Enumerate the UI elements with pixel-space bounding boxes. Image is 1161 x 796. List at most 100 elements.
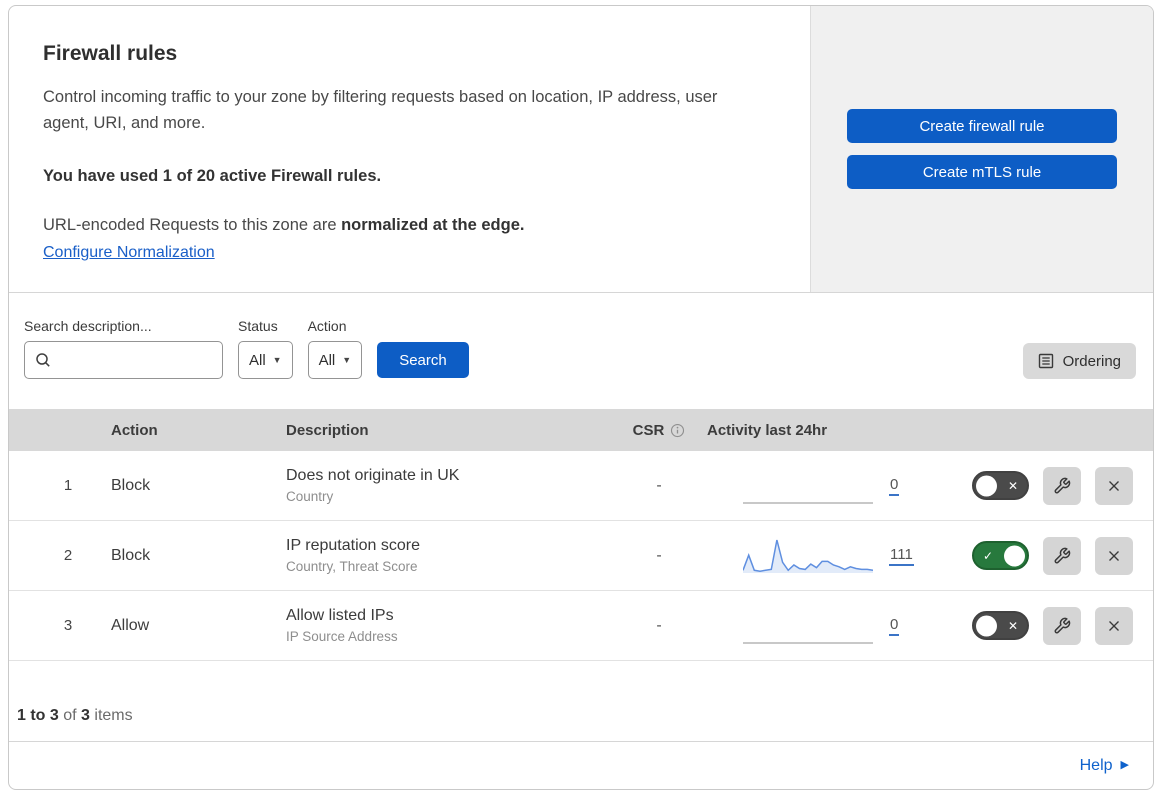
rule-activity: 111 bbox=[707, 536, 942, 576]
activity-sparkline bbox=[743, 606, 873, 646]
rule-description-fields: Country bbox=[286, 489, 334, 504]
search-input[interactable] bbox=[58, 351, 212, 369]
rule-description-title: Allow listed IPs bbox=[286, 607, 394, 624]
help-link[interactable]: Help ▶ bbox=[1080, 757, 1129, 775]
usage-summary: You have used 1 of 20 active Firewall ru… bbox=[43, 166, 382, 185]
pagination-summary: 1 to 3 of 3 items bbox=[9, 661, 1153, 741]
normalization-note-text: URL-encoded Requests to this zone are bbox=[43, 215, 342, 234]
rule-description: Does not originate in UK Country bbox=[286, 467, 611, 504]
search-label: Search description... bbox=[24, 318, 152, 334]
pagination-items: items bbox=[94, 707, 133, 724]
rule-priority: 1 bbox=[63, 477, 73, 494]
status-value: All bbox=[249, 351, 266, 369]
search-button[interactable]: Search bbox=[377, 342, 469, 378]
rule-action: Allow bbox=[111, 616, 150, 634]
search-input-wrapper bbox=[24, 341, 223, 379]
info-icon[interactable] bbox=[670, 423, 685, 438]
action-label: Action bbox=[307, 318, 347, 334]
chevron-down-icon: ▼ bbox=[342, 354, 352, 365]
help-band: Help ▶ bbox=[9, 741, 1153, 789]
table-row: 1 Block Does not originate in UK Country… bbox=[9, 451, 1153, 521]
rule-description-fields: IP Source Address bbox=[286, 629, 398, 644]
search-icon bbox=[35, 352, 51, 368]
rule-description-title: IP reputation score bbox=[286, 537, 421, 554]
ordering-button-label: Ordering bbox=[1062, 352, 1121, 370]
pagination-total: 3 bbox=[81, 707, 90, 724]
edit-rule-button[interactable] bbox=[1043, 536, 1081, 575]
activity-sparkline bbox=[743, 466, 873, 506]
close-icon bbox=[1105, 617, 1123, 635]
status-dropdown[interactable]: All ▼ bbox=[238, 341, 293, 379]
page-description: Control incoming traffic to your zone by… bbox=[43, 88, 718, 133]
edit-rule-button[interactable] bbox=[1043, 606, 1081, 645]
edit-rule-button[interactable] bbox=[1043, 466, 1081, 505]
close-icon bbox=[1105, 547, 1123, 565]
delete-rule-button[interactable] bbox=[1095, 466, 1133, 505]
chevron-down-icon: ▼ bbox=[272, 354, 282, 365]
overview-section: Firewall rules Control incoming traffic … bbox=[9, 6, 1153, 293]
table-header: Action Description CSR Activity last 24h… bbox=[9, 409, 1153, 451]
activity-sparkline bbox=[743, 536, 873, 576]
rule-csr-value: - bbox=[656, 546, 662, 564]
wrench-icon bbox=[1053, 547, 1071, 565]
toggle-knob bbox=[1004, 545, 1025, 566]
rule-enabled-toggle[interactable]: ✓ ✕ bbox=[972, 471, 1029, 500]
rule-controls: ✓ ✕ bbox=[942, 606, 1133, 645]
normalization-note: URL-encoded Requests to this zone are no… bbox=[43, 216, 770, 235]
normalization-note-bold: normalized at the edge. bbox=[341, 215, 525, 234]
action-value: All bbox=[318, 351, 336, 369]
rule-controls: ✓ ✕ bbox=[942, 466, 1133, 505]
column-activity: Activity last 24hr bbox=[707, 421, 828, 439]
status-label: Status bbox=[238, 318, 278, 334]
create-firewall-rule-button[interactable]: Create firewall rule bbox=[847, 109, 1117, 143]
x-icon: ✕ bbox=[1007, 478, 1018, 493]
table-row: 3 Allow Allow listed IPs IP Source Addre… bbox=[9, 591, 1153, 661]
action-dropdown[interactable]: All ▼ bbox=[307, 341, 363, 379]
activity-count-link[interactable]: 111 bbox=[889, 546, 914, 566]
help-arrow-icon: ▶ bbox=[1120, 759, 1129, 771]
help-link-label: Help bbox=[1079, 756, 1113, 774]
rule-enabled-toggle[interactable]: ✓ ✕ bbox=[972, 541, 1029, 570]
toggle-knob bbox=[976, 615, 997, 636]
rule-description: Allow listed IPs IP Source Address bbox=[286, 607, 611, 644]
table-row: 2 Block IP reputation score Country, Thr… bbox=[9, 521, 1153, 591]
rule-description-title: Does not originate in UK bbox=[286, 467, 460, 484]
rule-csr-value: - bbox=[656, 476, 662, 494]
column-csr: CSR bbox=[611, 422, 707, 439]
firewall-rules-panel: Firewall rules Control incoming traffic … bbox=[8, 5, 1154, 790]
column-description: Description bbox=[286, 421, 369, 439]
rule-enabled-toggle[interactable]: ✓ ✕ bbox=[972, 611, 1029, 640]
rule-action: Block bbox=[111, 546, 151, 564]
rule-action: Block bbox=[111, 476, 151, 494]
rule-description-fields: Country, Threat Score bbox=[286, 559, 418, 574]
rule-controls: ✓ ✕ bbox=[942, 536, 1133, 575]
page-title: Firewall rules bbox=[43, 42, 178, 65]
actions-panel: Create firewall rule Create mTLS rule bbox=[810, 6, 1153, 292]
rule-priority: 3 bbox=[63, 617, 73, 634]
check-icon: ✓ bbox=[983, 548, 994, 563]
close-icon bbox=[1105, 477, 1123, 495]
column-csr-label: CSR bbox=[632, 421, 665, 439]
rule-priority: 2 bbox=[63, 547, 73, 564]
activity-count-link[interactable]: 0 bbox=[889, 476, 900, 496]
ordering-button[interactable]: Ordering bbox=[1022, 343, 1136, 379]
configure-normalization-link[interactable]: Configure Normalization bbox=[43, 244, 215, 261]
rule-activity: 0 bbox=[707, 606, 942, 646]
wrench-icon bbox=[1053, 617, 1071, 635]
rule-activity: 0 bbox=[707, 466, 942, 506]
column-action: Action bbox=[111, 421, 158, 439]
pagination-range: 1 to 3 bbox=[17, 707, 59, 724]
list-icon bbox=[1038, 353, 1054, 369]
toggle-knob bbox=[976, 475, 997, 496]
delete-rule-button[interactable] bbox=[1095, 606, 1133, 645]
delete-rule-button[interactable] bbox=[1095, 536, 1133, 575]
pagination-of: of bbox=[63, 707, 77, 724]
search-field: Search description... bbox=[24, 318, 223, 379]
rule-description: IP reputation score Country, Threat Scor… bbox=[286, 537, 611, 574]
activity-count-link[interactable]: 0 bbox=[889, 616, 900, 636]
create-mtls-rule-button[interactable]: Create mTLS rule bbox=[847, 155, 1117, 189]
filter-bar: Search description... Status All ▼ Actio… bbox=[9, 293, 1153, 409]
overview-text: Firewall rules Control incoming traffic … bbox=[9, 6, 810, 292]
wrench-icon bbox=[1053, 477, 1071, 495]
rule-csr-value: - bbox=[656, 616, 662, 634]
